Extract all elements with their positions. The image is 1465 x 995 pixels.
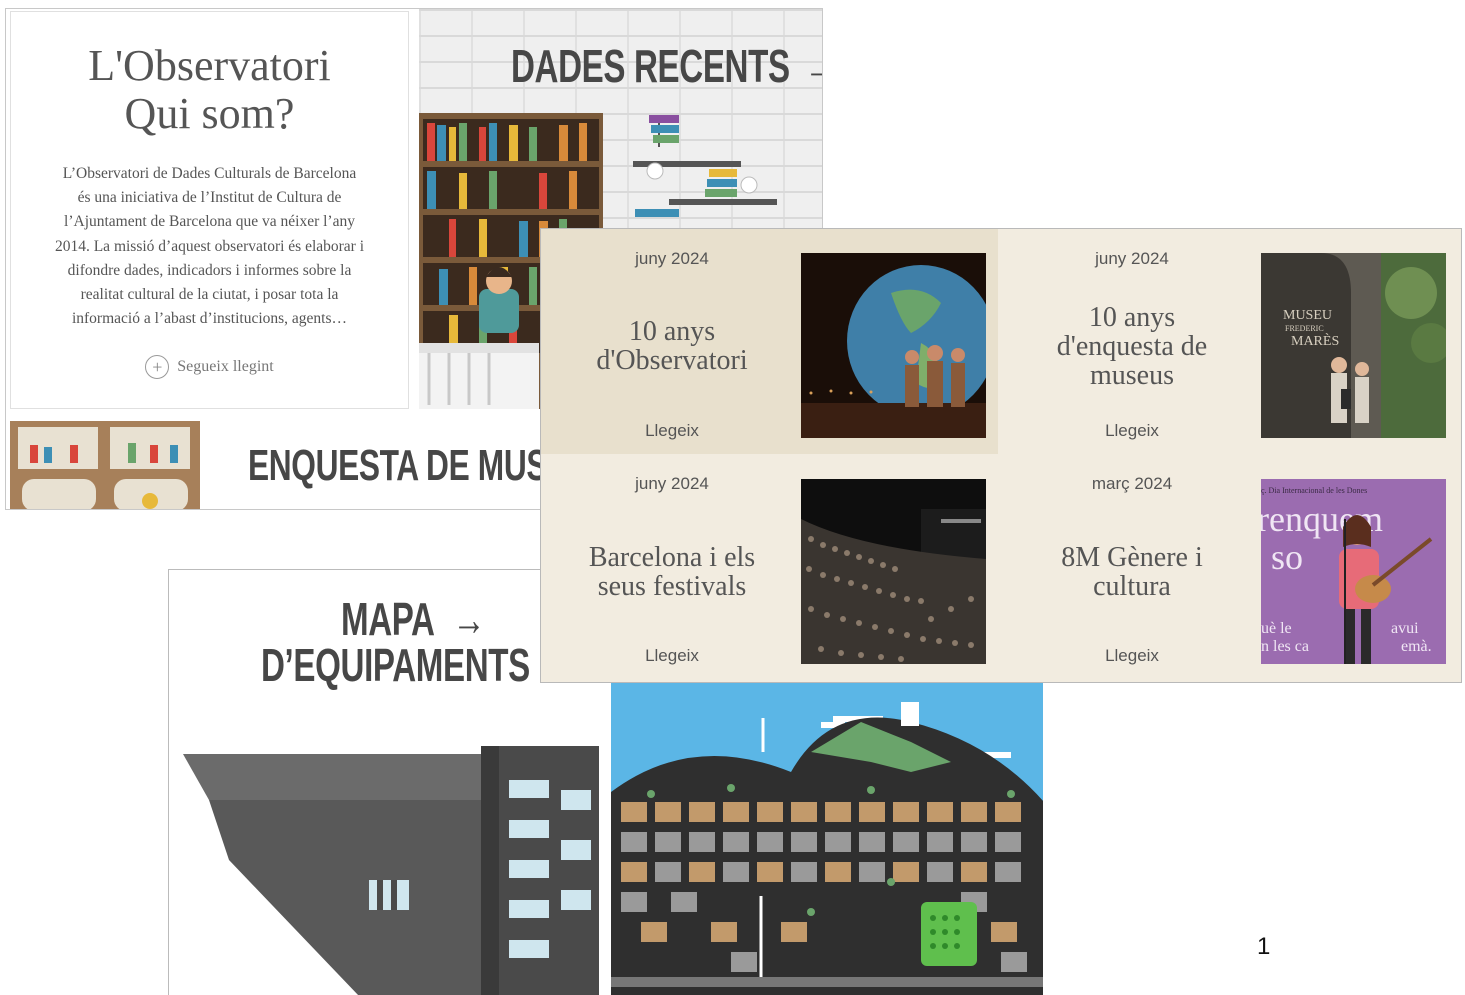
about-description: L’Observatori de Dades Culturals de Barc… — [29, 162, 390, 331]
news-title[interactable]: 10 anys d'Observatori — [551, 317, 793, 375]
about-text-line: realitat cultural de la ciutat, i posar … — [80, 286, 339, 304]
poster-text: ç. Dia Internacional de les Dones — [1261, 486, 1367, 495]
about-title-line: L'Observatori — [88, 41, 331, 90]
city-map-illustration — [611, 682, 1043, 995]
news-date: juny 2024 — [635, 474, 709, 493]
about-subtitle-line: Qui som? — [124, 89, 295, 138]
news-card[interactable]: juny 2024 10 anys d'Observatori Llegeix — [541, 229, 998, 454]
about-title: L'Observatori Qui som? — [11, 42, 408, 138]
dades-recents-heading[interactable]: DADES RECENTS → — [511, 39, 822, 93]
news-title[interactable]: Barcelona i els seus festivals — [551, 543, 793, 601]
news-card[interactable]: març 2024 8M Gènere i cultura Llegeix ç.… — [1001, 457, 1458, 682]
news-date: juny 2024 — [1095, 249, 1169, 268]
poster-text: emà. — [1401, 638, 1432, 655]
news-title-line: cultura — [1093, 571, 1171, 602]
news-photo-globe[interactable] — [801, 253, 986, 438]
poster-text: n les ca — [1261, 638, 1309, 655]
about-text-line: 2014. La missió d’aquest observatori és … — [54, 237, 365, 255]
read-more-label: Segueix llegint — [177, 358, 274, 376]
about-text-line: l’Ajuntament de Barcelona que va néixer … — [64, 213, 355, 231]
news-card[interactable]: juny 2024 10 anys d'enquesta de museus L… — [1001, 229, 1458, 454]
poster-text: avui — [1391, 620, 1419, 637]
museum-illustration — [10, 421, 200, 509]
news-date: març 2024 — [1091, 474, 1173, 493]
news-card[interactable]: juny 2024 Barcelona i els seus festivals… — [541, 457, 998, 682]
mapa-heading-line2[interactable]: D’EQUIPAMENTS — [261, 638, 530, 692]
read-link[interactable]: Llegeix — [1001, 421, 1263, 441]
museum-sign-text: MUSEU — [1283, 308, 1332, 323]
about-card: L'Observatori Qui som? L’Observatori de … — [10, 11, 409, 409]
wall-shelves — [633, 115, 777, 217]
news-title-line: museus — [1090, 360, 1174, 391]
building-illustration — [183, 746, 599, 995]
news-title[interactable]: 8M Gènere i cultura — [1011, 543, 1253, 601]
news-date: juny 2024 — [635, 249, 709, 268]
news-title-line: seus festivals — [597, 571, 747, 602]
poster-text: uè le — [1261, 620, 1292, 637]
read-link[interactable]: Llegeix — [1001, 646, 1263, 666]
news-photo-museum[interactable]: MUSEU FREDERIC MARÈS — [1261, 253, 1446, 438]
museum-sign-text: MARÈS — [1291, 332, 1339, 349]
news-title-line: Barcelona i els — [588, 542, 756, 573]
news-title-line: d'Observatori — [596, 345, 748, 376]
plus-circle-icon: + — [145, 355, 170, 380]
about-text-line: informació a l’abast d’institucions, age… — [71, 310, 348, 328]
news-photo-festival[interactable] — [801, 479, 986, 664]
about-text-line: difondre dades, indicadors i informes so… — [67, 261, 352, 279]
read-link[interactable]: Llegeix — [541, 646, 803, 666]
news-title-line: d'enquesta de — [1056, 331, 1208, 362]
museum-sign-text: FREDERIC — [1285, 324, 1324, 333]
dades-recents-title: DADES RECENTS — [511, 40, 790, 92]
about-text-line: L’Observatori de Dades Culturals de Barc… — [62, 165, 357, 182]
news-photo-8m[interactable]: ç. Dia Internacional de les Dones renque… — [1261, 479, 1446, 664]
news-title-line: 10 anys — [628, 316, 716, 347]
news-title-line: 8M Gènere i — [1061, 542, 1203, 573]
arrow-right-icon: → — [804, 40, 822, 92]
news-grid-panel: juny 2024 10 anys d'Observatori Llegeix … — [540, 228, 1462, 683]
news-title[interactable]: 10 anys d'enquesta de museus — [1011, 303, 1253, 390]
poster-text: so — [1271, 537, 1303, 577]
news-title-line: 10 anys — [1088, 302, 1176, 333]
about-text-line: és una iniciativa de l’Institut de Cultu… — [77, 189, 342, 207]
read-link[interactable]: Llegeix — [541, 421, 803, 441]
read-more-link[interactable]: + Segueix llegint — [11, 355, 408, 380]
page-number: 1 — [1257, 933, 1271, 960]
